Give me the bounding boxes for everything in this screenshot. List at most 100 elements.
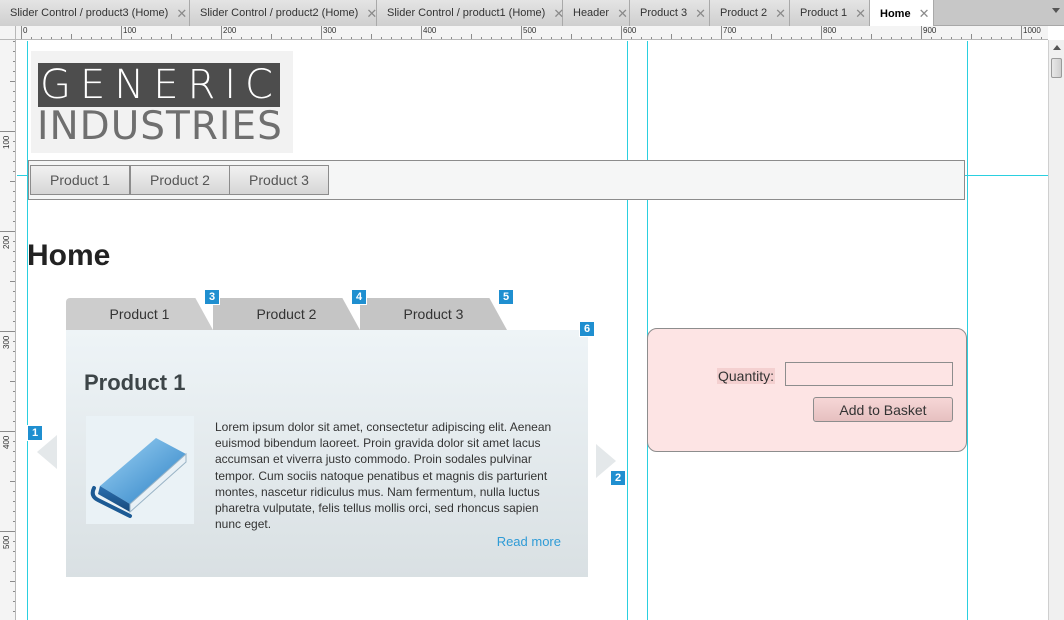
ruler-tick [13,371,15,372]
tab-product-1[interactable]: Product 1 ✕ [790,0,870,26]
close-icon[interactable]: ✕ [695,7,706,20]
ruler-label: 400 [423,26,437,35]
close-icon[interactable]: ✕ [176,7,187,20]
ruler-label: 100 [2,135,11,149]
ruler-label: 400 [2,435,11,449]
ruler-tick [13,591,15,592]
ruler-tick [13,411,15,412]
ruler-tick [13,561,15,562]
close-icon[interactable]: ✕ [919,7,930,20]
guide-line[interactable] [647,41,648,620]
ruler-tick [551,37,552,39]
vertical-scrollbar[interactable] [1048,40,1064,620]
ruler-tick [0,131,15,132]
scroll-up-arrow-icon[interactable] [1053,45,1061,50]
ruler-tick [561,37,562,39]
ruler-tick [301,37,302,39]
ruler-tick [421,26,422,39]
ruler-tick [13,291,15,292]
slider-tab-product-1[interactable]: Product 1 [66,298,213,330]
ruler-tick [321,26,322,39]
ruler-tick [821,26,822,39]
ruler-tick [13,41,15,42]
ruler-label: 200 [223,26,237,35]
ruler-tick [13,51,15,52]
ruler-tick [13,211,15,212]
ruler-tick [511,37,512,39]
guide-line[interactable] [627,41,628,620]
ruler-tick [491,37,492,39]
ruler-tick [841,37,842,39]
ruler-tick [13,541,15,542]
tab-product-2[interactable]: Product 2 ✕ [710,0,790,26]
ruler-tick [1041,37,1042,39]
ruler-tick [411,37,412,39]
interaction-badge-1[interactable]: 1 [27,425,43,441]
ruler-tick [10,481,15,482]
interaction-badge-4[interactable]: 4 [351,289,367,305]
nav-button-product-2[interactable]: Product 2 [130,165,230,195]
tab-header[interactable]: Header ✕ [563,0,630,26]
interaction-badge-6[interactable]: 6 [579,321,595,337]
ruler-tick [621,26,622,39]
ruler-label: 300 [2,335,11,349]
ruler-tick [41,37,42,39]
ruler-tick [151,37,152,39]
ruler-tick [61,37,62,39]
add-to-basket-button[interactable]: Add to Basket [813,397,953,422]
ruler-tick [651,37,652,39]
ruler-tick [271,34,272,39]
ruler-tick [451,37,452,39]
tab-slider-product1[interactable]: Slider Control / product1 (Home) ✕ [377,0,564,26]
ruler-tick [631,37,632,39]
ruler-tick [811,37,812,39]
tab-slider-product2[interactable]: Slider Control / product2 (Home) ✕ [190,0,377,26]
ruler-tick [331,37,332,39]
tab-list-dropdown-icon[interactable] [1052,8,1060,13]
tab-product-3[interactable]: Product 3 ✕ [630,0,710,26]
close-icon[interactable]: ✕ [366,7,377,20]
interaction-badge-3[interactable]: 3 [204,289,220,305]
ruler-tick [261,37,262,39]
ruler-tick [13,91,15,92]
basket-panel: Quantity: Add to Basket [647,328,967,452]
ruler-tick [13,111,15,112]
read-more-link[interactable]: Read more [497,534,561,549]
quantity-input[interactable] [785,362,953,386]
ruler-tick [13,391,15,392]
close-icon[interactable]: ✕ [775,7,786,20]
logo-text-top: GENERIC [38,62,282,108]
ruler-label: 200 [2,235,11,249]
ruler-tick [13,241,15,242]
tab-slider-product3[interactable]: Slider Control / product3 (Home) ✕ [0,0,190,26]
ruler-tick [881,37,882,39]
ruler-tick [81,37,82,39]
ruler-tick [13,311,15,312]
ruler-tick [611,37,612,39]
tab-home[interactable]: Home ✕ [870,0,934,27]
slider-tab-product-2[interactable]: Product 2 [213,298,360,330]
design-canvas[interactable]: GENERIC INDUSTRIES Product 1 Product 2 P… [17,41,1048,620]
ruler-label: 500 [2,535,11,549]
ruler-tick [341,37,342,39]
interaction-badge-2[interactable]: 2 [610,470,626,486]
ruler-tick [13,101,15,102]
ruler-tick [241,37,242,39]
ruler-tick [361,37,362,39]
interaction-badge-5[interactable]: 5 [498,289,514,305]
nav-button-product-3[interactable]: Product 3 [229,165,329,195]
ruler-tick [10,581,15,582]
slider-tab-product-3[interactable]: Product 3 [360,298,507,330]
ruler-label: 800 [823,26,837,35]
tab-label: Slider Control / product2 (Home) [200,7,359,19]
nav-button-product-1[interactable]: Product 1 [30,165,130,195]
close-icon[interactable]: ✕ [617,7,628,20]
ruler-tick [13,61,15,62]
guide-line[interactable] [27,41,28,620]
guide-line[interactable] [967,41,968,620]
ruler-tick [1031,37,1032,39]
product-image [86,416,194,524]
ruler-tick [291,37,292,39]
scrollbar-thumb[interactable] [1051,58,1062,78]
close-icon[interactable]: ✕ [855,7,866,20]
